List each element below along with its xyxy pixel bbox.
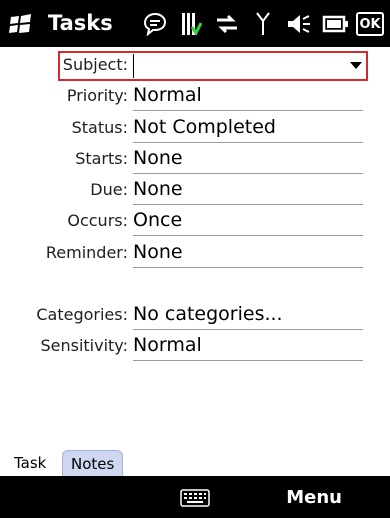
tab-task[interactable]: Task: [6, 450, 55, 476]
windows-start-icon[interactable]: [8, 13, 34, 35]
categories-row[interactable]: Categories: No categories...: [0, 301, 390, 331]
due-value[interactable]: None: [133, 176, 363, 205]
title-bar: Tasks OK: [0, 0, 390, 47]
occurs-value[interactable]: Once: [133, 207, 363, 236]
due-label: Due:: [90, 180, 128, 199]
sensitivity-value[interactable]: Normal: [133, 332, 363, 361]
reminder-label: Reminder:: [45, 243, 128, 262]
occurs-row[interactable]: Occurs: Once: [0, 207, 390, 237]
status-icons: OK: [140, 8, 384, 40]
subject-input[interactable]: [133, 54, 363, 78]
ok-button[interactable]: OK: [356, 12, 384, 36]
softkey-bar: Menu: [0, 476, 390, 518]
priority-value[interactable]: Normal: [133, 82, 363, 111]
status-row[interactable]: Status: Not Completed: [0, 114, 390, 144]
priority-label: Priority:: [66, 86, 128, 105]
tab-notes[interactable]: Notes: [62, 450, 124, 477]
reminder-value[interactable]: None: [133, 239, 363, 268]
sensitivity-row[interactable]: Sensitivity: Normal: [0, 332, 390, 362]
app-title: Tasks: [48, 11, 113, 35]
due-row[interactable]: Due: None: [0, 176, 390, 206]
subject-dropdown-arrow-icon[interactable]: [350, 62, 362, 69]
status-label: Status:: [71, 118, 128, 137]
tab-strip-background: [0, 446, 390, 476]
starts-label: Starts:: [75, 149, 128, 168]
menu-softkey[interactable]: Menu: [286, 487, 342, 508]
message-bubble-icon[interactable]: [140, 10, 170, 38]
signal-strength-icon[interactable]: [248, 10, 278, 38]
tab-strip: Task Notes: [0, 446, 390, 477]
categories-label: Categories:: [36, 305, 128, 324]
categories-value[interactable]: No categories...: [133, 301, 363, 330]
sensitivity-label: Sensitivity:: [40, 336, 128, 355]
data-connection-icon[interactable]: [212, 10, 242, 38]
occurs-label: Occurs:: [67, 211, 128, 230]
sim-storage-icon[interactable]: [176, 10, 206, 38]
priority-row[interactable]: Priority: Normal: [0, 82, 390, 112]
reminder-row[interactable]: Reminder: None: [0, 239, 390, 269]
battery-icon[interactable]: [320, 10, 350, 38]
subject-label: Subject:: [62, 55, 128, 74]
volume-icon[interactable]: [284, 10, 314, 38]
status-value[interactable]: Not Completed: [133, 114, 363, 143]
starts-value[interactable]: None: [133, 145, 363, 174]
starts-row[interactable]: Starts: None: [0, 145, 390, 175]
keyboard-icon[interactable]: [180, 489, 210, 507]
